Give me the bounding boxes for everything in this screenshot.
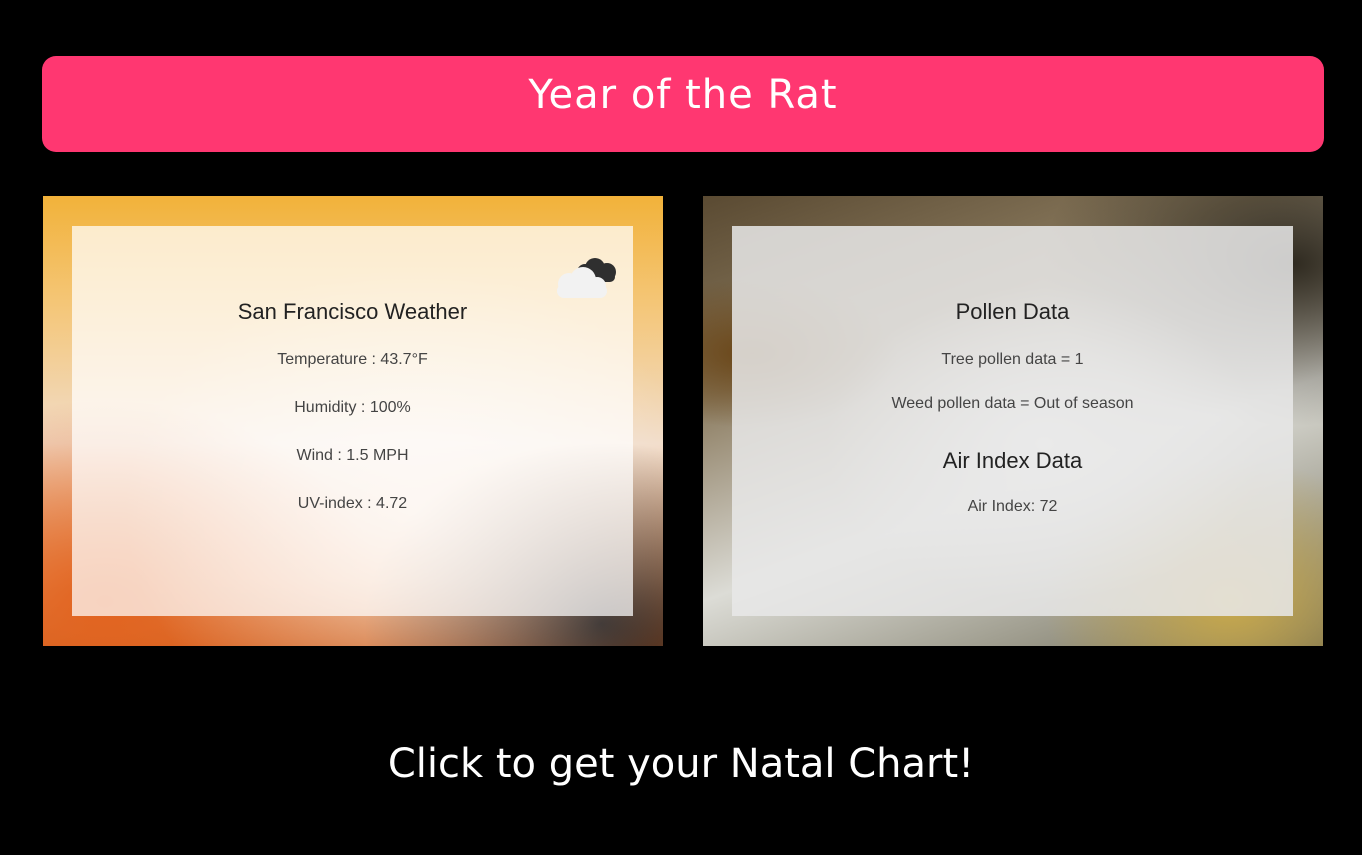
weather-panel: San Francisco Weather Temperature : 43.7…: [72, 226, 633, 616]
pollen-title: Pollen Data: [955, 299, 1070, 324]
temperature-text: Temperature : 43.7°F: [277, 351, 428, 368]
pollen-card: Pollen Data Tree pollen data = 1 Weed po…: [703, 196, 1323, 646]
weed-pollen-text: Weed pollen data = Out of season: [891, 395, 1134, 412]
tree-pollen-text: Tree pollen data = 1: [941, 351, 1084, 368]
header-banner: Year of the Rat: [42, 56, 1324, 152]
weather-card: San Francisco Weather Temperature : 43.7…: [43, 196, 663, 646]
air-index-text: Air Index: 72: [967, 498, 1058, 515]
page-title: Year of the Rat: [528, 72, 838, 118]
weather-title: San Francisco Weather: [237, 299, 468, 324]
cloud-icon: [557, 258, 616, 298]
uv-index-text: UV-index : 4.72: [297, 495, 408, 512]
wind-text: Wind : 1.5 MPH: [296, 447, 409, 464]
pollen-panel: Pollen Data Tree pollen data = 1 Weed po…: [732, 226, 1293, 616]
natal-chart-link[interactable]: Click to get your Natal Chart!: [0, 740, 1362, 788]
page: Year of the Rat San Francisco Weather Te…: [0, 0, 1362, 855]
air-index-title: Air Index Data: [942, 448, 1083, 473]
humidity-text: Humidity : 100%: [294, 399, 411, 416]
